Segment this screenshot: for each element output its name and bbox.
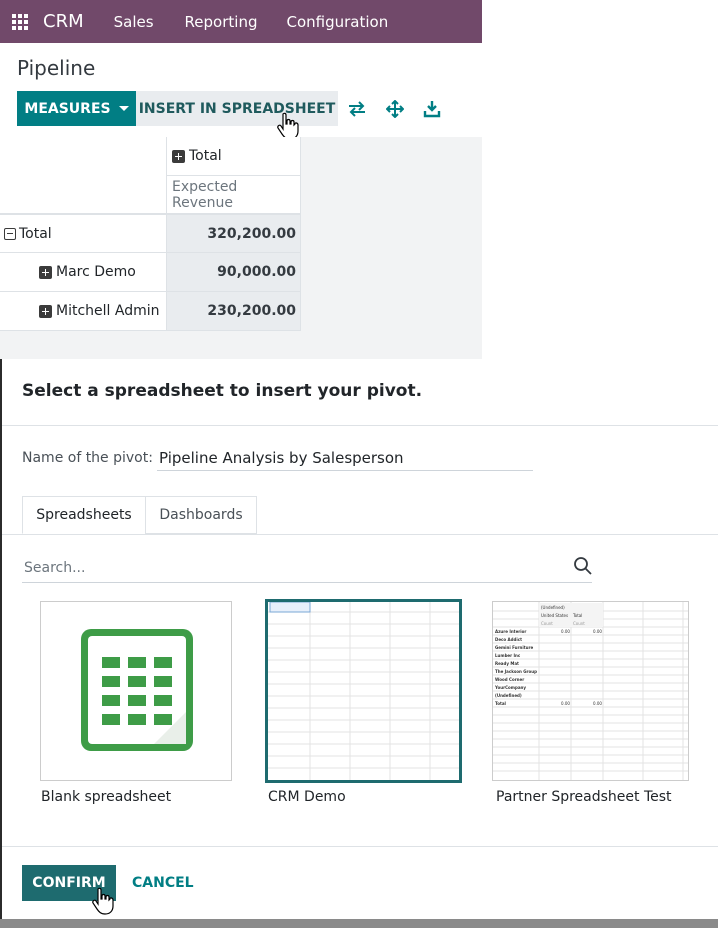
search-icon[interactable] [573, 556, 593, 576]
pivot-preview: (Undefined) United States Total Count Co… [493, 602, 688, 780]
thumb-text: The Jackson Group [495, 669, 537, 674]
tab-spreadsheets[interactable]: Spreadsheets [22, 496, 146, 534]
cell-value: 230,200.00 [207, 303, 296, 319]
thumb-text: (Undefined) [495, 693, 522, 698]
divider [2, 425, 718, 426]
tab-label: Spreadsheets [36, 507, 132, 523]
page-title[interactable]: Pipeline [17, 56, 95, 80]
spreadsheet-icon [81, 629, 193, 751]
pointer-cursor-icon [277, 112, 299, 140]
cell-value: 90,000.00 [217, 264, 296, 280]
expand-plus-icon [172, 149, 185, 163]
measure-label: Expected Revenue [172, 178, 238, 211]
blank-spreadsheet-thumbnail[interactable] [40, 601, 232, 781]
footer-divider [2, 846, 718, 847]
expand-plus-icon [39, 265, 52, 279]
thumb-text: Total [572, 613, 582, 618]
thumb-text: Ready Mat [495, 661, 519, 666]
thumb-text: 0.00 [593, 701, 602, 706]
apps-menu-icon[interactable] [12, 13, 28, 30]
measure-header[interactable]: Expected Revenue [166, 176, 301, 214]
download-icon[interactable] [422, 99, 442, 119]
cell-mitchell-admin[interactable]: 230,200.00 [167, 292, 301, 331]
thumb-text: 0.00 [561, 629, 570, 634]
col-header-label: Total [189, 148, 222, 164]
tab-divider [2, 534, 718, 535]
measures-label: MEASURES [24, 100, 111, 117]
grid-preview [268, 602, 459, 780]
menu-reporting[interactable]: Reporting [185, 13, 258, 31]
thumb-text: Total [495, 701, 507, 706]
row-header-mitchell-admin[interactable]: Mitchell Admin [0, 292, 167, 331]
pointer-cursor-icon [92, 887, 114, 915]
menu-sales[interactable]: Sales [114, 13, 154, 31]
card-label-partner: Partner Spreadsheet Test [496, 789, 672, 805]
measures-button[interactable]: MEASURES [17, 91, 136, 126]
thumb-text: 0.00 [593, 629, 602, 634]
card-label-blank: Blank spreadsheet [41, 789, 172, 805]
thumb-text: Count [573, 621, 585, 626]
cell-value: 320,200.00 [207, 225, 296, 242]
thumb-text: Wood Corner [495, 677, 524, 682]
tab-label: Dashboards [159, 507, 243, 523]
menu-configuration[interactable]: Configuration [286, 13, 388, 31]
thumb-text: Gemini Furniture [495, 645, 533, 650]
card-label-crm-demo: CRM Demo [268, 789, 346, 805]
row-header-total[interactable]: Total [0, 214, 167, 253]
cancel-label: CANCEL [132, 875, 194, 891]
pivot-view: Total Expected Revenue Total 320,200.00 … [0, 137, 482, 359]
insert-label: INSERT IN SPREADSHEET [138, 100, 336, 117]
pivot-name-label: Name of the pivot: [22, 450, 153, 466]
expand-plus-icon [39, 304, 52, 318]
caret-down-icon [118, 106, 129, 111]
pivot-corner [0, 137, 166, 214]
collapse-minus-icon [4, 227, 16, 240]
app-brand[interactable]: CRM [43, 11, 84, 32]
thumb-text: (Undefined) [541, 605, 565, 610]
col-header-total[interactable]: Total [166, 137, 301, 176]
row-label: Total [19, 225, 52, 242]
thumb-text: Deco Addict [495, 637, 522, 642]
bottom-edge [0, 919, 718, 928]
thumb-text: 0.00 [561, 701, 570, 706]
thumb-text: YourCompany [494, 685, 526, 690]
cancel-button[interactable]: CANCEL [132, 865, 194, 901]
control-panel: Pipeline MEASURES INSERT IN SPREADSHEET [0, 43, 482, 140]
thumb-text: Count [541, 621, 553, 626]
cell-total[interactable]: 320,200.00 [167, 214, 301, 253]
row-label: Marc Demo [56, 264, 136, 280]
row-header-marc-demo[interactable]: Marc Demo [0, 253, 167, 292]
row-label: Mitchell Admin [56, 303, 160, 319]
partner-spreadsheet-thumbnail[interactable]: (Undefined) United States Total Count Co… [492, 601, 689, 781]
thumb-text: Azure Interior [495, 629, 526, 634]
thumb-text: United States [541, 613, 568, 618]
tab-dashboards[interactable]: Dashboards [145, 496, 257, 534]
crm-demo-thumbnail[interactable] [265, 599, 462, 783]
thumb-text: Lumber Inc [495, 653, 521, 658]
top-navbar: CRM Sales Reporting Configuration [0, 0, 482, 43]
search-input[interactable] [22, 553, 592, 583]
insert-in-spreadsheet-button[interactable]: INSERT IN SPREADSHEET [136, 91, 338, 126]
pivot-name-input[interactable] [157, 446, 533, 471]
dialog-title: Select a spreadsheet to insert your pivo… [22, 381, 423, 401]
insert-pivot-dialog: Select a spreadsheet to insert your pivo… [0, 359, 718, 928]
cell-marc-demo[interactable]: 90,000.00 [167, 253, 301, 292]
flip-axis-icon[interactable] [347, 99, 367, 119]
expand-all-icon[interactable] [385, 99, 405, 119]
